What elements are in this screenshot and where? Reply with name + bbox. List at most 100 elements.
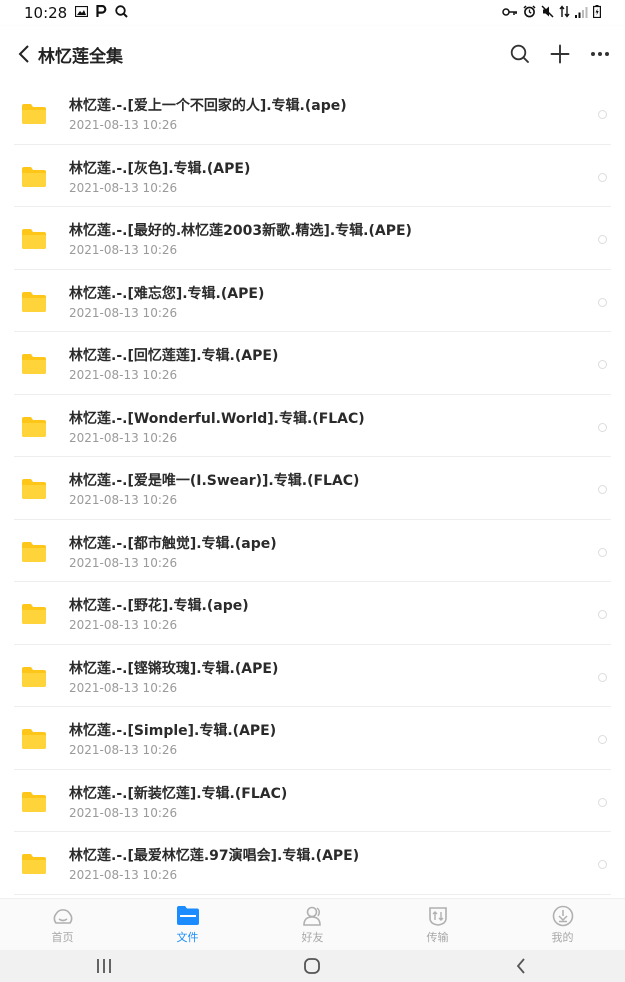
system-back-button[interactable]: [501, 952, 541, 980]
select-checkbox[interactable]: [598, 610, 607, 619]
file-name: 林忆莲.-.[野花].专辑.(ape): [69, 598, 249, 614]
nav-friends[interactable]: 好友: [250, 899, 375, 950]
title-bar: 林忆莲全集: [0, 26, 625, 82]
back-arrow-icon: [516, 958, 525, 974]
file-date: 2021-08-13 10:26: [69, 243, 178, 257]
list-item[interactable]: 林忆莲.-.[新装忆莲].专辑.(FLAC) 2021-08-13 10:26: [0, 770, 625, 833]
search-icon: [115, 4, 128, 22]
select-checkbox[interactable]: [598, 860, 607, 869]
list-item[interactable]: 林忆莲.-.[最好的.林忆莲2003新歌.精选].专辑.(APE) 2021-0…: [0, 207, 625, 270]
select-checkbox[interactable]: [598, 797, 607, 807]
file-date: 2021-08-13 10:26: [69, 743, 178, 757]
bottom-nav: 首页 文件 好友 传输 我的: [0, 898, 625, 950]
select-checkbox[interactable]: [598, 110, 607, 119]
folder-icon: [22, 541, 46, 562]
select-checkbox[interactable]: [598, 422, 607, 432]
back-button[interactable]: [12, 34, 36, 74]
list-item[interactable]: 林忆莲.-.[回忆莲莲].专辑.(APE) 2021-08-13 10:26: [0, 332, 625, 395]
file-name: 林忆莲.-.[都市触觉].专辑.(ape): [69, 535, 277, 552]
mute-icon: [541, 5, 554, 21]
file-name: 林忆莲.-.[铿锵玫瑰].专辑.(APE): [69, 660, 279, 677]
select-checkbox[interactable]: [598, 547, 607, 557]
search-button[interactable]: [507, 41, 533, 67]
select-checkbox[interactable]: [598, 360, 607, 369]
file-text: 林忆莲.-.[Wonderful.World].专辑.(FLAC) 2021-0…: [69, 410, 365, 445]
select-checkbox[interactable]: [598, 297, 607, 307]
file-date: 2021-08-13 10:26: [69, 180, 178, 195]
file-date: 2021-08-13 10:26: [69, 868, 178, 882]
list-item[interactable]: 林忆莲.-.[野花].专辑.(ape) 2021-08-13 10:26: [0, 582, 625, 645]
file-text: 林忆莲.-.[Simple].专辑.(APE) 2021-08-13 10:26: [69, 722, 276, 757]
status-right: [502, 5, 602, 21]
nav-label: 文件: [176, 930, 199, 944]
list-item[interactable]: 林忆莲.-.[灰色].专辑.(APE) 2021-08-13 10:26: [0, 145, 625, 208]
home-icon: [51, 905, 75, 927]
list-item[interactable]: 林忆莲.-.[铿锵玫瑰].专辑.(APE) 2021-08-13 10:26: [0, 645, 625, 708]
file-name: 林忆莲.-.[回忆莲莲].专辑.(APE): [69, 348, 279, 364]
file-date: 2021-08-13 10:26: [69, 430, 178, 445]
list-item[interactable]: 林忆莲.-.[最爱林忆莲.97演唱会].专辑.(APE) 2021-08-13 …: [0, 832, 625, 895]
add-button[interactable]: [547, 41, 573, 67]
file-date: 2021-08-13 10:26: [69, 618, 178, 632]
list-item[interactable]: 林忆莲.-.[Simple].专辑.(APE) 2021-08-13 10:26: [0, 707, 625, 770]
list-item[interactable]: 林忆莲.-.[难忘您].专辑.(APE) 2021-08-13 10:26: [0, 270, 625, 333]
file-text: 林忆莲.-.[最好的.林忆莲2003新歌.精选].专辑.(APE) 2021-0…: [69, 222, 412, 257]
nav-profile[interactable]: 我的: [500, 899, 625, 950]
signal-icon: [575, 6, 588, 21]
select-checkbox[interactable]: [598, 235, 607, 244]
list-item[interactable]: 林忆莲.-.[Wonderful.World].专辑.(FLAC) 2021-0…: [0, 395, 625, 458]
more-icon: [591, 52, 609, 56]
file-date: 2021-08-13 10:26: [69, 493, 178, 507]
system-nav-bar: [0, 950, 625, 982]
file-date: 2021-08-13 10:26: [69, 805, 178, 820]
folder-icon: [22, 354, 46, 374]
nav-transfer[interactable]: 传输: [375, 899, 500, 950]
select-checkbox[interactable]: [598, 172, 607, 182]
recents-button[interactable]: [84, 952, 124, 980]
file-name: 林忆莲.-.[爱是唯一(I.Swear)].专辑.(FLAC): [69, 473, 360, 489]
image-icon: [75, 5, 89, 21]
folder-icon: [176, 905, 200, 927]
more-button[interactable]: [587, 41, 613, 67]
file-text: 林忆莲.-.[难忘您].专辑.(APE) 2021-08-13 10:26: [69, 285, 264, 320]
title-actions: [507, 41, 613, 67]
folder-icon: [22, 854, 46, 874]
folder-icon: [22, 791, 46, 812]
file-date: 2021-08-13 10:26: [69, 680, 178, 695]
data-icon: [559, 5, 570, 21]
file-name: 林忆莲.-.[爱上一个不回家的人].专辑.(ape): [69, 98, 347, 114]
select-checkbox[interactable]: [598, 735, 607, 744]
list-item[interactable]: 林忆莲.-.[爱是唯一(I.Swear)].专辑.(FLAC) 2021-08-…: [0, 457, 625, 520]
file-date: 2021-08-13 10:26: [69, 305, 178, 320]
nav-files[interactable]: 文件: [125, 899, 250, 950]
back-arrow-icon: [18, 45, 29, 63]
file-text: 林忆莲.-.[野花].专辑.(ape) 2021-08-13 10:26: [69, 597, 249, 632]
list-item[interactable]: 林忆莲.-.[爱上一个不回家的人].专辑.(ape) 2021-08-13 10…: [0, 82, 625, 145]
file-name: 林忆莲.-.[新装忆莲].专辑.(FLAC): [69, 785, 288, 802]
nav-home[interactable]: 首页: [0, 899, 125, 950]
select-checkbox[interactable]: [598, 672, 607, 682]
file-text: 林忆莲.-.[最爱林忆莲.97演唱会].专辑.(APE) 2021-08-13 …: [69, 847, 359, 882]
folder-icon: [22, 479, 46, 499]
folder-icon: [22, 291, 46, 312]
add-icon: [550, 44, 570, 64]
file-text: 林忆莲.-.[爱是唯一(I.Swear)].专辑.(FLAC) 2021-08-…: [69, 472, 359, 507]
folder-icon: [22, 416, 46, 437]
nav-label: 首页: [51, 930, 74, 944]
file-name: 林忆莲.-.[最好的.林忆莲2003新歌.精选].专辑.(APE): [69, 223, 412, 239]
battery-icon: [593, 5, 602, 21]
file-date: 2021-08-13 10:26: [69, 118, 178, 132]
select-checkbox[interactable]: [598, 485, 607, 494]
home-circle-icon: [304, 958, 321, 974]
folder-icon: [22, 604, 46, 624]
file-text: 林忆莲.-.[回忆莲莲].专辑.(APE) 2021-08-13 10:26: [69, 347, 278, 382]
file-list[interactable]: 林忆莲.-.[爱上一个不回家的人].专辑.(ape) 2021-08-13 10…: [0, 82, 625, 898]
file-name: 林忆莲.-.[最爱林忆莲.97演唱会].专辑.(APE): [69, 848, 360, 864]
key-icon: [502, 6, 518, 20]
home-button[interactable]: [292, 952, 332, 980]
file-name: 林忆莲.-.[灰色].专辑.(APE): [69, 160, 251, 177]
folder-icon: [22, 666, 46, 687]
file-date: 2021-08-13 10:26: [69, 368, 178, 382]
file-text: 林忆莲.-.[新装忆莲].专辑.(FLAC) 2021-08-13 10:26: [69, 785, 287, 820]
list-item[interactable]: 林忆莲.-.[都市触觉].专辑.(ape) 2021-08-13 10:26: [0, 520, 625, 583]
